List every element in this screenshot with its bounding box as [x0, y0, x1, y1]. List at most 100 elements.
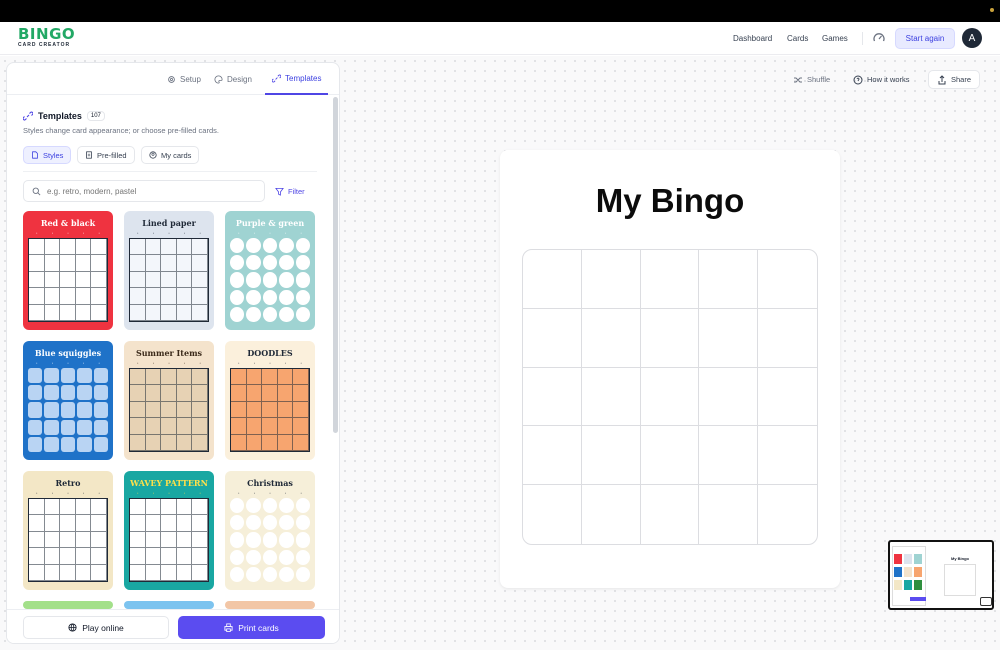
template-card[interactable]: Red & black • • • • • — [23, 211, 113, 330]
template-card-title: Lined paper — [142, 218, 196, 228]
doc-icon — [86, 151, 92, 159]
window-top-bar — [0, 0, 1000, 22]
template-card-cell — [295, 289, 310, 305]
bingo-cell[interactable] — [640, 426, 700, 486]
search-input[interactable] — [47, 186, 247, 196]
bingo-cell[interactable] — [523, 308, 582, 368]
bingo-cell[interactable] — [758, 426, 817, 486]
template-card-cell — [246, 272, 261, 288]
how-it-works-button[interactable]: How it works — [853, 70, 910, 89]
segment-pre-filled[interactable]: Pre-filled — [77, 146, 135, 164]
minimap-print-button — [910, 597, 926, 601]
segment-my-cards[interactable]: My cards — [141, 146, 200, 164]
bingo-cell[interactable] — [758, 309, 817, 368]
template-card[interactable]: Summer Items • • • • • — [124, 341, 214, 460]
template-card-cell — [262, 434, 278, 451]
bingo-cell[interactable] — [523, 485, 582, 544]
brand-logo[interactable]: BINGO CARD CREATOR — [18, 27, 75, 48]
board-title[interactable]: My Bingo — [500, 182, 840, 220]
template-card-cell — [192, 304, 208, 321]
bingo-cell[interactable] — [640, 250, 700, 309]
start-again-button[interactable]: Start again — [895, 28, 955, 49]
template-card-cell — [93, 436, 108, 452]
template-card-partial-1[interactable] — [23, 601, 113, 609]
template-card-cell — [176, 271, 193, 289]
template-card-cell — [262, 498, 278, 514]
nav-cards-link[interactable]: Cards — [787, 34, 808, 43]
template-card-cell — [130, 369, 146, 386]
bingo-cell[interactable] — [640, 308, 700, 368]
bingo-cell[interactable] — [581, 308, 641, 368]
bingo-cell[interactable] — [581, 426, 641, 486]
template-card-cell — [176, 515, 193, 532]
gauge-icon[interactable] — [872, 31, 886, 45]
template-card[interactable]: Purple & green • • • • • — [225, 211, 315, 330]
panel-scrollbar[interactable] — [333, 97, 338, 433]
template-card-cell — [75, 288, 92, 305]
template-card-grid — [129, 238, 209, 322]
tab-design[interactable]: Design — [214, 63, 252, 95]
bingo-cell[interactable] — [758, 485, 817, 544]
bingo-cell[interactable] — [582, 485, 641, 544]
template-card[interactable]: DOODLES • • • • • — [225, 341, 315, 460]
template-card-cell — [91, 255, 107, 272]
template-card-cell — [75, 304, 92, 321]
shuffle-button[interactable]: Shuffle — [793, 70, 830, 89]
template-card[interactable]: Christmas • • • • • — [225, 471, 315, 590]
bingo-cell[interactable] — [699, 367, 759, 427]
nav-dashboard-link[interactable]: Dashboard — [733, 34, 772, 43]
template-card[interactable]: WAVEY PATTERN • • • • • — [124, 471, 214, 590]
bingo-cell[interactable] — [699, 308, 759, 368]
segment-styles[interactable]: Styles — [23, 146, 72, 164]
minimap-grid — [944, 564, 976, 596]
template-card-cell — [60, 402, 76, 418]
avatar[interactable]: A — [962, 28, 982, 48]
nav-games-link[interactable]: Games — [822, 34, 848, 43]
filter-button[interactable]: Filter — [275, 180, 305, 202]
bingo-cell[interactable] — [523, 426, 582, 486]
bingo-cell[interactable] — [699, 485, 759, 544]
search-icon — [32, 187, 41, 195]
template-card[interactable]: Retro • • • • • — [23, 471, 113, 590]
template-card-cell — [161, 499, 177, 516]
template-card-cell — [44, 271, 61, 289]
bingo-cell[interactable] — [581, 250, 641, 309]
template-card-cell — [60, 531, 76, 549]
template-card-partial-2[interactable] — [124, 601, 214, 609]
template-card-cell — [262, 532, 278, 548]
template-card[interactable]: Lined paper • • • • • — [124, 211, 214, 330]
share-button[interactable]: Share — [928, 70, 981, 89]
bingo-cell[interactable] — [758, 368, 817, 427]
template-card-cell — [192, 401, 208, 419]
bingo-cell[interactable] — [523, 367, 582, 427]
template-card-cell — [246, 418, 263, 435]
tab-setup[interactable]: Setup — [167, 63, 201, 95]
tab-templates[interactable]: Templates — [265, 63, 329, 95]
template-card[interactable]: Blue squiggles • • • • • — [23, 341, 113, 460]
template-card-cell — [262, 369, 278, 386]
template-card-cell — [130, 271, 146, 289]
bingo-card-preview: My Bingo — [500, 150, 840, 588]
play-online-button[interactable]: Play online — [23, 616, 169, 639]
template-search-box[interactable] — [23, 180, 265, 202]
bingo-cell[interactable] — [523, 250, 582, 309]
template-card-cell — [91, 531, 107, 549]
template-card-cell — [145, 385, 162, 402]
bingo-cell[interactable] — [641, 485, 700, 544]
template-card-cell — [93, 402, 108, 418]
minimap[interactable]: My Bingo — [888, 540, 994, 610]
template-card-cell — [262, 401, 278, 419]
template-card-title: DOODLES — [247, 348, 293, 358]
templates-description: Styles change card appearance; or choose… — [23, 126, 219, 135]
bingo-cell[interactable] — [699, 250, 759, 309]
print-cards-button[interactable]: Print cards — [178, 616, 325, 639]
template-card-cell — [145, 548, 162, 565]
template-card-partial-3[interactable] — [225, 601, 315, 609]
bingo-cell[interactable] — [758, 250, 817, 309]
template-card-cell — [262, 255, 278, 271]
bingo-cell[interactable] — [699, 426, 759, 486]
brand-tagline: CARD CREATOR — [18, 42, 71, 48]
bingo-cell[interactable] — [640, 367, 700, 427]
bingo-cell[interactable] — [581, 367, 641, 427]
user-circle-icon — [149, 151, 157, 159]
